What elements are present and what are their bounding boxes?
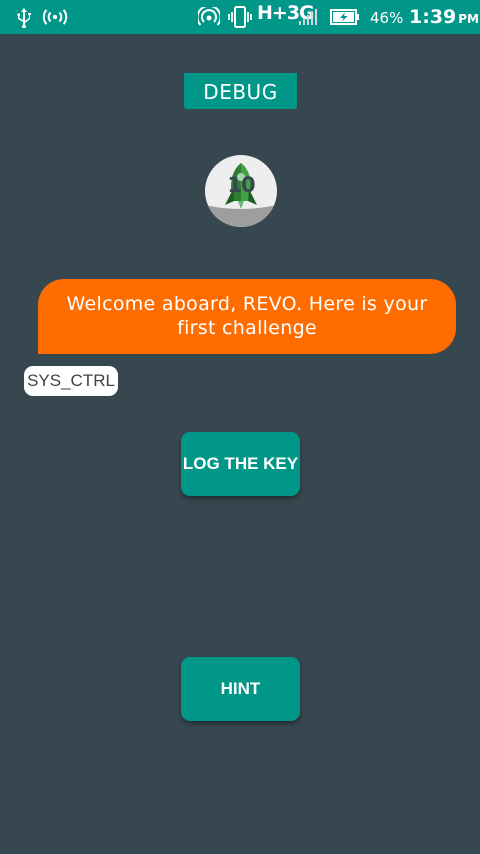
battery-charging-icon (330, 9, 359, 25)
debug-badge: DEBUG (184, 73, 297, 109)
wifi-signal-icon (198, 7, 220, 26)
signal-bars-icon (299, 9, 317, 25)
vibrate-icon (228, 6, 252, 28)
battery-percent: 46% (370, 9, 404, 27)
hotspot-icon (42, 9, 68, 25)
level-avatar: 10 (205, 155, 277, 227)
clock: 1:39 PM (409, 6, 479, 28)
hint-button[interactable]: HINT (181, 657, 300, 721)
message-bubble: Welcome aboard, REVO. Here is your first… (38, 279, 456, 354)
level-number: 10 (227, 173, 255, 197)
clock-time: 1:39 (409, 6, 457, 28)
clock-ampm: PM (458, 12, 480, 26)
status-bar: H+3G 46% 1:39 PM (0, 0, 480, 34)
log-the-key-button[interactable]: LOG THE KEY (181, 432, 300, 496)
usb-icon (17, 8, 31, 28)
sender-tag: SYS_CTRL (24, 366, 118, 396)
